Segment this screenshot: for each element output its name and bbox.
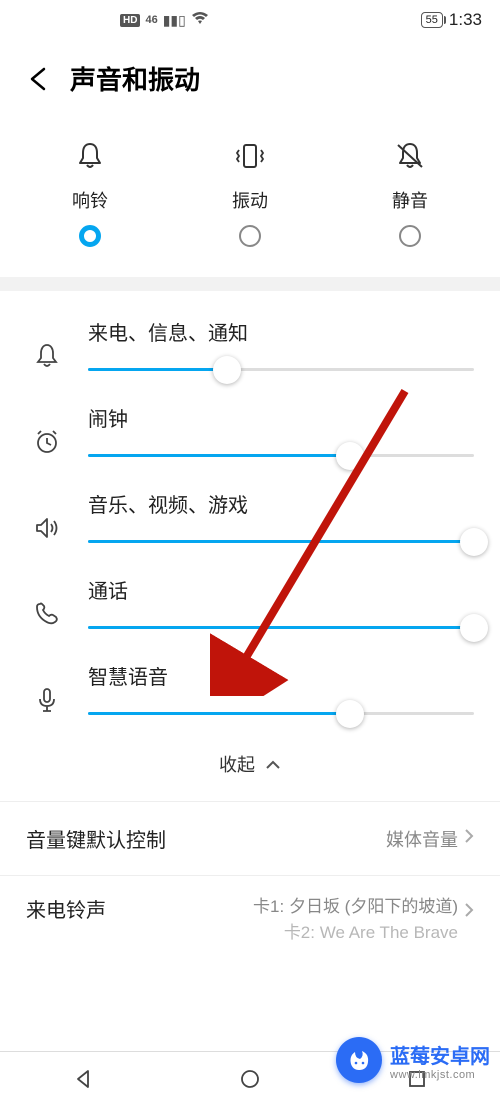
mode-label: 响铃: [72, 187, 108, 213]
slider-label: 音乐、视频、游戏: [88, 489, 474, 518]
slider-row-alarm: 闹钟: [26, 377, 474, 463]
nav-back-icon[interactable]: [71, 1067, 95, 1096]
slider-label: 智慧语音: [88, 661, 474, 690]
slider-thumb-icon[interactable]: [336, 700, 364, 728]
mode-mute[interactable]: 静音: [350, 137, 470, 247]
alarm-clock-icon: [26, 421, 68, 463]
radio-icon: [399, 225, 421, 247]
chevron-right-icon: [464, 828, 474, 849]
slider-row-ai-voice: 智慧语音: [26, 635, 474, 721]
status-bar: HD 46 ▮▮▯ 55 1:33: [0, 0, 500, 40]
radio-selected-icon: [79, 225, 101, 247]
navigation-bar: [0, 1051, 500, 1111]
slider-row-call: 通话: [26, 549, 474, 635]
radio-icon: [239, 225, 261, 247]
network-type: 46: [145, 14, 157, 26]
ringtone-card1: 卡1: 夕日坂 (夕阳下的坡道): [106, 894, 458, 920]
row-ringtone[interactable]: 来电铃声 卡1: 夕日坂 (夕阳下的坡道) 卡2: We Are The Bra…: [0, 875, 500, 955]
mode-label: 振动: [232, 187, 268, 213]
nav-recent-icon[interactable]: [405, 1067, 429, 1096]
row-volume-key-default[interactable]: 音量键默认控制 媒体音量: [0, 801, 500, 875]
title-bar: 声音和振动: [0, 40, 500, 127]
nav-home-icon[interactable]: [238, 1067, 262, 1096]
mode-ring[interactable]: 响铃: [30, 137, 150, 247]
slider-row-media: 音乐、视频、游戏: [26, 463, 474, 549]
slider-ai-voice[interactable]: [88, 712, 474, 715]
row-label: 音量键默认控制: [26, 824, 166, 853]
bell-mute-icon: [393, 137, 427, 175]
speaker-icon: [26, 507, 68, 549]
slider-thumb-icon[interactable]: [460, 528, 488, 556]
slider-label: 闹钟: [88, 403, 474, 432]
hd-badge-icon: HD: [120, 14, 140, 27]
battery-icon: 55: [421, 12, 443, 28]
section-divider: [0, 277, 500, 291]
slider-alarm[interactable]: [88, 454, 474, 457]
clock-time: 1:33: [449, 10, 482, 30]
back-icon[interactable]: [24, 65, 52, 93]
chevron-right-icon: [464, 902, 474, 923]
slider-row-ringtone: 来电、信息、通知: [26, 291, 474, 377]
sound-mode-selector: 响铃 振动 静音: [0, 127, 500, 277]
phone-icon: [26, 593, 68, 635]
slider-call[interactable]: [88, 626, 474, 629]
slider-label: 通话: [88, 575, 474, 604]
volume-sliders: 来电、信息、通知 闹钟 音乐、视频、游戏: [0, 291, 500, 801]
wifi-icon: [191, 10, 209, 30]
vibrate-icon: [232, 137, 268, 175]
microphone-icon: [26, 679, 68, 721]
slider-media[interactable]: [88, 540, 474, 543]
page-title: 声音和振动: [70, 60, 200, 97]
collapse-button[interactable]: 收起: [26, 721, 474, 801]
slider-thumb-icon[interactable]: [336, 442, 364, 470]
row-label: 来电铃声: [26, 894, 106, 923]
ringtone-card2: 卡2: We Are The Brave: [106, 920, 458, 946]
signal-icon: ▮▮▯: [163, 12, 186, 29]
slider-label: 来电、信息、通知: [88, 317, 474, 346]
slider-thumb-icon[interactable]: [213, 356, 241, 384]
bell-icon: [74, 137, 106, 175]
slider-thumb-icon[interactable]: [460, 614, 488, 642]
chevron-up-icon: [265, 754, 281, 775]
mode-label: 静音: [392, 187, 428, 213]
slider-ringtone[interactable]: [88, 368, 474, 371]
mode-vibrate[interactable]: 振动: [190, 137, 310, 247]
collapse-label: 收起: [219, 751, 255, 777]
row-value: 媒体音量: [386, 826, 458, 852]
bell-icon: [26, 335, 68, 377]
